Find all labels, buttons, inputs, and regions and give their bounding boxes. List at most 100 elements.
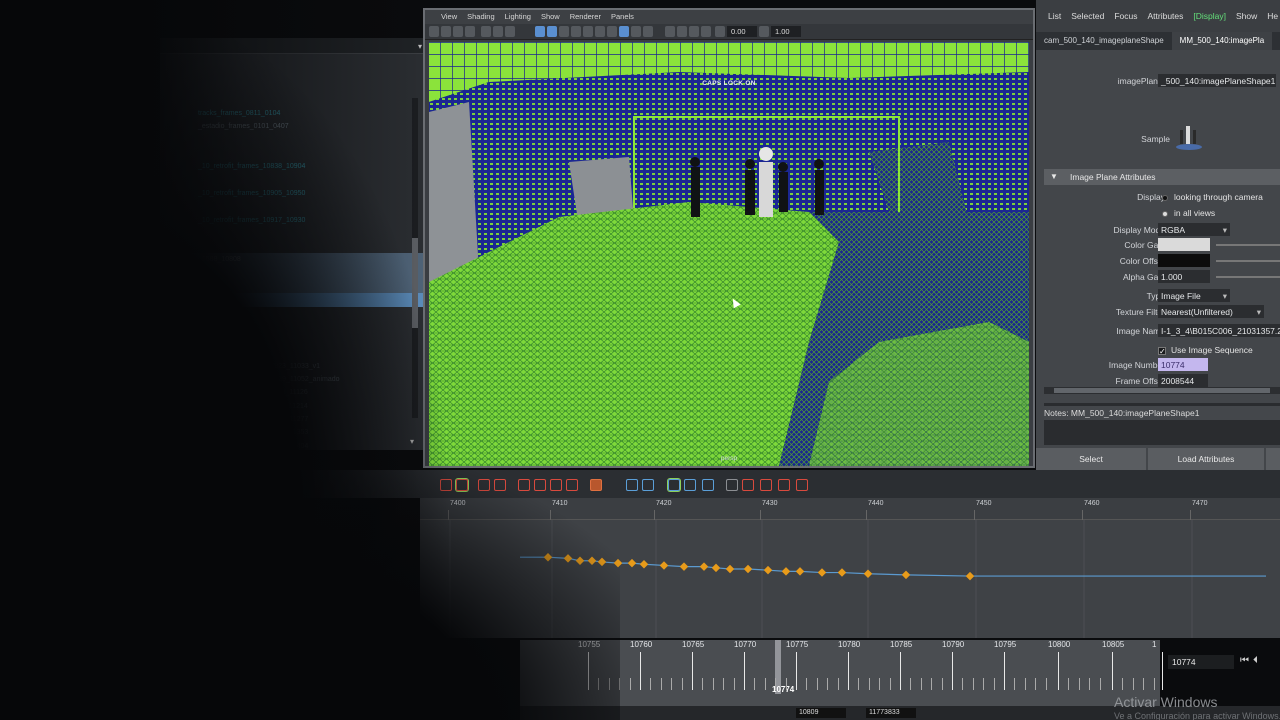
range-end-field[interactable]: 11773833	[866, 708, 916, 718]
menu-lighting[interactable]: Lighting	[505, 10, 531, 24]
keyframe[interactable]	[679, 562, 689, 571]
move-key-icon[interactable]	[440, 479, 452, 491]
xray-icon[interactable]	[631, 26, 641, 37]
outliner-item[interactable]	[160, 320, 428, 333]
outliner-item[interactable]	[160, 266, 428, 281]
frame-all-icon[interactable]	[668, 479, 680, 491]
denormalize-icon[interactable]	[642, 479, 654, 491]
load-attributes-button[interactable]: Load Attributes	[1148, 448, 1264, 470]
lattice-deform-icon[interactable]	[478, 479, 490, 491]
imageplane-field[interactable]: _500_140:imagePlaneShape1	[1158, 74, 1276, 87]
step-back-icon[interactable]: ⏴	[1253, 655, 1262, 666]
graph-editor-curve-area[interactable]	[420, 520, 1280, 638]
keyframe[interactable]	[597, 557, 607, 567]
scroll-down-icon[interactable]: ▾	[410, 437, 414, 446]
tab-camera-imageplane[interactable]: cam_500_140_imageplaneShape	[1036, 32, 1172, 50]
color-gain-swatch[interactable]	[1158, 238, 1210, 251]
outliner-item[interactable]: __10_retrofit_frames_10929_11052_animado	[160, 373, 428, 386]
menu-help[interactable]: He	[1267, 0, 1278, 32]
menu-list[interactable]: List	[1048, 0, 1061, 32]
menu-focus[interactable]: Focus	[1114, 0, 1137, 32]
keyframe[interactable]	[965, 571, 975, 581]
menu-display[interactable]: [Display]	[1193, 0, 1226, 32]
wireframe-on-shaded-icon[interactable]	[559, 26, 569, 37]
menu-view[interactable]: View	[441, 10, 457, 24]
color-gain-slider[interactable]	[1216, 244, 1280, 246]
outliner-item[interactable]: __10_retrofit_frames_11053_11126	[160, 386, 428, 399]
menu-show[interactable]: Show	[541, 10, 560, 24]
menu-shading[interactable]: Shading	[467, 10, 495, 24]
keyframe[interactable]	[901, 570, 911, 580]
linear-tangent-icon[interactable]	[534, 479, 546, 491]
flat-tangent-icon[interactable]	[518, 479, 530, 491]
image-number-field[interactable]: 10774	[1158, 358, 1208, 371]
region-tool-icon[interactable]	[494, 479, 506, 491]
outliner-item[interactable]	[160, 174, 428, 187]
menu-panels[interactable]: Panels	[611, 10, 634, 24]
auto-load-icon[interactable]	[726, 479, 738, 491]
outliner-item[interactable]: _10_retrofit_frames_10917_10930	[160, 214, 428, 227]
normalize-icon[interactable]	[626, 479, 638, 491]
gamma-field[interactable]: 1.00	[771, 26, 801, 37]
outliner-item[interactable]: __10_retrofit_frames_11354_11404	[160, 440, 428, 450]
pre-infinity-icon[interactable]	[760, 479, 772, 491]
keyframe[interactable]	[763, 565, 773, 575]
post-infinity-icon[interactable]	[778, 479, 790, 491]
outliner-item[interactable]	[160, 333, 428, 346]
scroll-up-icon[interactable]: ▾	[418, 42, 422, 51]
color-offset-slider[interactable]	[1216, 260, 1280, 262]
outliner-item[interactable]	[160, 54, 428, 67]
xray-joints-icon[interactable]	[643, 26, 653, 37]
notes-panel[interactable]: Notes: MM_500_140:imagePlaneShape1	[1044, 403, 1280, 445]
copy-tab-button[interactable]	[1266, 448, 1280, 470]
outliner-item[interactable]	[160, 307, 428, 320]
alpha-gain-slider[interactable]	[1216, 276, 1280, 278]
menu-show-ae[interactable]: Show	[1236, 0, 1257, 32]
break-tangent-icon[interactable]	[590, 479, 602, 491]
menu-attributes[interactable]: Attributes	[1147, 0, 1183, 32]
film-gate-icon[interactable]	[493, 26, 503, 37]
buffer-curve-icon[interactable]	[742, 479, 754, 491]
wireframe-icon[interactable]	[535, 26, 545, 37]
gamma-icon[interactable]	[759, 26, 769, 37]
outliner-item[interactable]	[160, 200, 428, 213]
viewport-scene[interactable]: CAPS LOCK ON persp	[429, 42, 1029, 466]
keyframe[interactable]	[837, 568, 847, 577]
outliner-item[interactable]	[160, 81, 428, 94]
range-start-field[interactable]: 10809	[796, 708, 846, 718]
outliner-item[interactable]: _10_retrofit_frames_10905_10950	[160, 187, 428, 200]
frame-offset-field[interactable]: 2008544	[1158, 374, 1208, 387]
outliner-item[interactable]: __10_retrofit_frames_11128_11214	[160, 400, 428, 413]
display-mode-dropdown[interactable]: RGBA	[1158, 223, 1230, 236]
outliner-item[interactable]: __10_retrofit_frames_10923_11033_v1	[160, 360, 428, 373]
outliner-item[interactable]	[160, 280, 428, 294]
keyframe[interactable]	[711, 563, 721, 573]
frame-selection-icon[interactable]	[684, 479, 696, 491]
graph-editor-ruler[interactable]: 7400 7410 7420 7430 7440 7450 7460 7470	[420, 498, 1280, 520]
menu-selected[interactable]: Selected	[1071, 0, 1104, 32]
exposure-icon[interactable]	[701, 26, 711, 37]
image-name-field[interactable]: I-1_3_4\B015C006_21031357.20	[1158, 324, 1280, 337]
keyframe[interactable]	[863, 569, 873, 578]
current-frame-field[interactable]: 10774	[1168, 655, 1234, 669]
outliner-item-stadium[interactable]: CORAGAO STADIUM	[160, 425, 428, 438]
outliner-item[interactable]	[160, 94, 428, 107]
outliner-item[interactable]: _10_retrofit_frames_10838_10904	[160, 160, 428, 173]
anti-alias-icon[interactable]	[677, 26, 687, 37]
ambient-occlusion-icon[interactable]	[607, 26, 617, 37]
tab-imageplane-shape[interactable]: MM_500_140:imagePla	[1171, 32, 1273, 50]
image-plane-attributes-header[interactable]: ▼ Image Plane Attributes	[1044, 169, 1280, 185]
exposure-dial-icon[interactable]	[715, 26, 725, 37]
grid-icon[interactable]	[481, 26, 491, 37]
outliner-item[interactable]	[160, 147, 428, 160]
outliner-item[interactable]: _estadio_frames_0101_0407	[160, 120, 428, 133]
viewport-panel[interactable]: View Shading Lighting Show Renderer Pane…	[423, 8, 1035, 468]
keyframe[interactable]	[639, 560, 649, 569]
keyframe[interactable]	[543, 552, 553, 562]
step-tangent-icon[interactable]	[550, 479, 562, 491]
outliner-item[interactable]	[160, 134, 428, 147]
keyframe[interactable]	[563, 554, 573, 563]
keyframe[interactable]	[725, 564, 735, 574]
keyframe[interactable]	[743, 564, 753, 574]
outliner-item[interactable]: _1588_10808	[160, 253, 428, 267]
